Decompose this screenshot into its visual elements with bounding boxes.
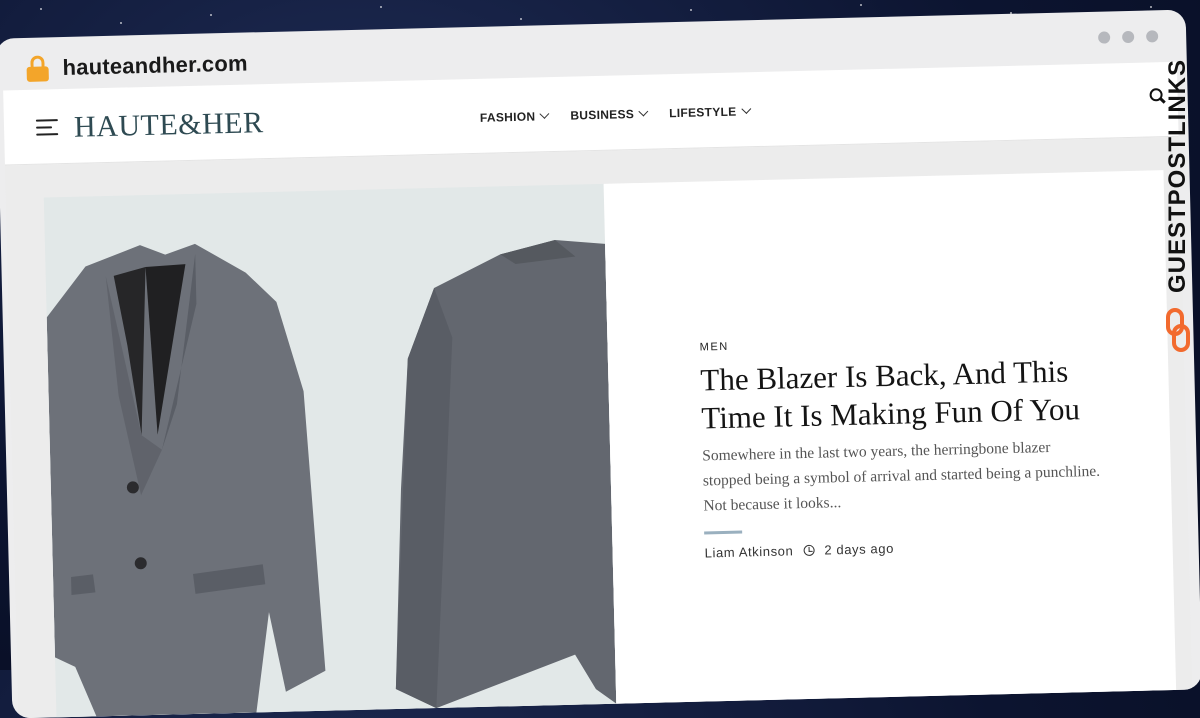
site-logo[interactable]: HAUTE&HER — [74, 106, 264, 145]
nav-item-lifestyle[interactable]: LIFESTYLE — [668, 103, 751, 121]
chevron-down-icon — [638, 106, 649, 116]
featured-image[interactable] — [43, 183, 617, 718]
chevron-down-icon — [539, 108, 550, 119]
watermark-text: GUESTPOSTLINKS — [1164, 58, 1191, 294]
article-excerpt: Somewhere in the last two years, the her… — [702, 438, 1101, 515]
link-icon — [1166, 308, 1190, 352]
window-dot[interactable] — [1146, 30, 1159, 43]
article-time: 2 days ago — [824, 540, 895, 558]
nav-item-business[interactable]: BUSINESS — [570, 106, 649, 123]
article-title[interactable]: The Blazer Is Back, And This Time It Is … — [700, 351, 1122, 437]
clock-icon — [803, 544, 815, 557]
window-dot[interactable] — [1122, 30, 1135, 44]
address-bar-url[interactable]: hauteandher.com — [62, 50, 248, 81]
window-controls — [1098, 30, 1159, 44]
nav-item-label: FASHION — [479, 109, 536, 125]
nav-item-label: BUSINESS — [570, 107, 635, 123]
browser-window: hauteandher.com HAUTE&HER FASHION BUSINE… — [0, 9, 1200, 718]
chevron-down-icon — [740, 103, 751, 114]
article-category[interactable]: MEN — [699, 341, 729, 354]
article-author[interactable]: Liam Atkinson — [704, 543, 793, 560]
nav-item-fashion[interactable]: FASHION — [479, 108, 550, 125]
blazer-illustration — [46, 240, 617, 717]
lock-icon — [26, 55, 49, 82]
hamburger-icon[interactable] — [35, 119, 59, 136]
web-page: HAUTE&HER FASHION BUSINESS LIFESTYLE MEN… — [3, 61, 1193, 718]
watermark: GUESTPOSTLINKS — [1160, 58, 1196, 358]
main-nav: FASHION BUSINESS LIFESTYLE — [479, 103, 751, 125]
article-meta: Liam Atkinson 2 days ago — [704, 541, 894, 561]
featured-article-card: MEN The Blazer Is Back, And This Time It… — [603, 170, 1177, 718]
nav-item-label: LIFESTYLE — [668, 104, 737, 121]
divider — [704, 530, 743, 535]
window-dot[interactable] — [1098, 31, 1111, 44]
